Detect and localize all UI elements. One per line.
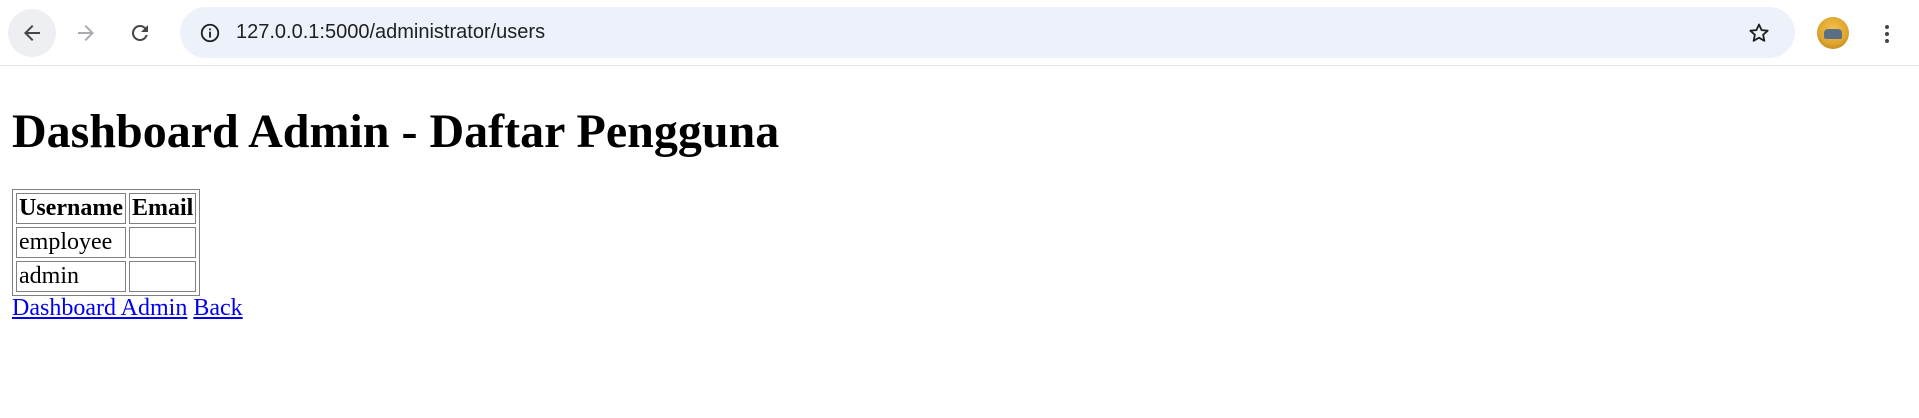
avatar-image [1824,29,1842,39]
star-icon [1749,23,1769,42]
info-icon [200,23,220,43]
email-cell [128,227,197,258]
browser-toolbar: 127.0.0.1:5000/administrator/users [0,0,1919,66]
dashboard-admin-link[interactable]: Dashboard Admin [12,295,187,321]
table-row: employee [16,227,197,258]
browser-menu-button[interactable] [1870,17,1904,51]
profile-avatar[interactable] [1817,17,1849,49]
email-cell [128,261,197,292]
column-header-username: Username [16,193,126,224]
page-title: Dashboard Admin - Daftar Pengguna [12,105,780,158]
back-button[interactable] [8,9,56,57]
kebab-menu-icon [1885,25,1889,43]
page-content: Dashboard Admin - Daftar Pengguna Userna… [0,66,1919,418]
footer-links: Dashboard Admin Back [12,294,243,322]
table-row: admin [16,261,197,292]
arrow-left-icon [24,25,40,41]
username-cell: admin [16,261,126,292]
bookmark-button[interactable] [1743,17,1775,49]
site-info-button[interactable] [194,17,226,49]
arrow-right-icon [78,25,94,41]
users-table: Username Email employee admin [12,189,201,296]
reload-icon [131,24,148,41]
url-text[interactable]: 127.0.0.1:5000/administrator/users [236,7,545,58]
table-header-row: Username Email [16,193,197,224]
back-link[interactable]: Back [193,295,242,321]
address-bar[interactable]: 127.0.0.1:5000/administrator/users [180,7,1795,58]
column-header-email: Email [128,193,197,224]
reload-button[interactable] [116,9,164,57]
forward-button[interactable] [62,9,110,57]
username-cell: employee [16,227,126,258]
